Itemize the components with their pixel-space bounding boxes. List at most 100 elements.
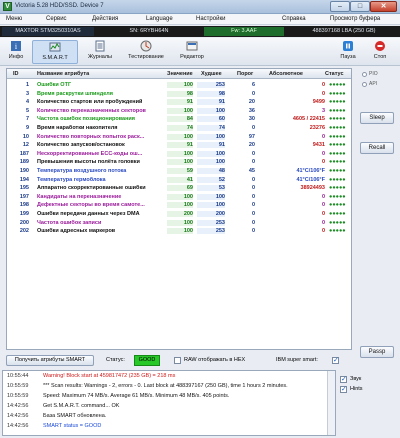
minimize-button[interactable]: – xyxy=(330,1,350,12)
attribute-value: 100 xyxy=(167,159,193,166)
table-row[interactable]: 190 Температура воздушного потока 59 48 45 41… xyxy=(7,167,351,175)
hints-checkbox[interactable] xyxy=(340,385,347,393)
attribute-name: Ошибки передачи данных через DMA xyxy=(37,211,140,217)
table-row[interactable]: 197 Кандидаты на переназначение 100 100 0 0 ●●… xyxy=(7,193,351,201)
table-row[interactable]: 3 Время раскрутки шпинделя 98 98 0 0 ●●●●● xyxy=(7,90,351,98)
attribute-raw: 9431 xyxy=(312,142,325,149)
table-row[interactable]: 12 Количество запусков/остановок 91 91 20 943… xyxy=(7,141,351,149)
attribute-status: ●●●●● xyxy=(329,228,346,235)
header-status[interactable]: Статус xyxy=(325,71,344,77)
header-id[interactable]: ID xyxy=(13,71,19,77)
table-row[interactable]: 10 Количество повторных попыток раск... 10… xyxy=(7,133,351,141)
drive-model[interactable]: MAXTOR STM3250310AS xyxy=(2,27,94,36)
attribute-value: 41 xyxy=(167,176,193,183)
api-radio[interactable] xyxy=(362,82,367,87)
recall-button[interactable]: Recall xyxy=(360,142,394,154)
attribute-threshold: 0 xyxy=(251,219,255,226)
attribute-name: Ошибки ОТГ xyxy=(37,82,72,88)
drive-info-bar: MAXTOR STM3250310AS SN: 6RYBH64N Fw: 3.A… xyxy=(0,26,400,37)
attribute-name: Время раскрутки шпинделя xyxy=(37,90,113,97)
attribute-value: 200 xyxy=(167,211,193,217)
header-threshold[interactable]: Порог xyxy=(237,71,253,77)
attribute-name: Аппаратно скорректированные ошибки xyxy=(37,185,146,192)
attribute-status: ●●●●● xyxy=(329,125,346,131)
attribute-status: ●●●●● xyxy=(329,99,346,106)
info-label: Инфо xyxy=(8,54,24,60)
menu-item-language[interactable]: Language xyxy=(146,16,173,22)
log-entry: 10:55:59 *** Scan results: Warnings - 2, … xyxy=(3,383,323,391)
close-button[interactable]: ✕ xyxy=(370,1,397,12)
attribute-value: 91 xyxy=(167,142,193,149)
attribute-value: 100 xyxy=(167,133,193,140)
table-row[interactable]: 199 Ошибки передачи данных через DMA 200 20… xyxy=(7,210,351,218)
menu-item-help[interactable]: Справка xyxy=(282,16,306,22)
attribute-name: Время наработки накопителя xyxy=(37,125,118,131)
header-worst[interactable]: Худшее xyxy=(201,71,222,77)
ibm-smart-label: IBM super smart: xyxy=(276,357,318,363)
test-icon xyxy=(140,40,152,52)
header-raw[interactable]: Абсолютное xyxy=(269,71,303,77)
drive-serial: SN: 6RYBH64N xyxy=(129,28,169,34)
ibm-smart-checkbox[interactable] xyxy=(332,356,339,364)
attribute-worst: 52 xyxy=(197,176,225,183)
attribute-raw: 9499 xyxy=(312,99,325,106)
pio-radio[interactable] xyxy=(362,72,367,77)
table-row[interactable]: 189 Превышения высоты полёта головки 100 10… xyxy=(7,158,351,166)
table-row[interactable]: 4 Количество стартов или пробуждений 91 91 2… xyxy=(7,98,351,106)
maximize-button[interactable]: □ xyxy=(350,1,370,12)
attribute-threshold: 0 xyxy=(251,90,255,97)
attribute-id: 197 xyxy=(19,193,29,200)
drive-capacity: 488397168 LBA (250 GB) xyxy=(312,28,376,34)
raw-hex-checkbox[interactable] xyxy=(174,357,181,364)
table-row[interactable]: 200 Частота ошибок записи 100 253 0 0 ●●●●● xyxy=(7,219,351,227)
table-row[interactable]: 202 Ошибки адресных маркеров 100 253 0 0 ●●●●● xyxy=(7,227,351,235)
log-time: 10:55:44 xyxy=(7,373,29,379)
log-scrollbar[interactable] xyxy=(327,371,335,435)
smart-attributes-table[interactable]: ID Название атрибута Значение Худшее Пор… xyxy=(6,68,352,350)
stop-button[interactable]: Стоп xyxy=(366,40,394,64)
attribute-id: 187 xyxy=(19,150,29,157)
test-button[interactable]: Тестирование xyxy=(124,40,168,64)
attribute-worst: 91 xyxy=(197,99,225,106)
menu-item-settings[interactable]: Настройки xyxy=(196,16,225,22)
table-row[interactable]: 7 Частота ошибок позиционирования 84 60 30 46… xyxy=(7,115,351,123)
attribute-raw: 0 xyxy=(321,211,325,217)
info-button[interactable]: i Инфо xyxy=(4,40,28,64)
attribute-worst: 53 xyxy=(197,185,225,192)
pause-button[interactable]: Пауза xyxy=(334,40,362,64)
attribute-id: 9 xyxy=(25,125,29,131)
sound-checkbox[interactable] xyxy=(340,375,347,383)
menu-item-menu[interactable]: Меню xyxy=(6,16,22,22)
attribute-status: ●●●●● xyxy=(329,168,346,174)
menu-item-buffer-view[interactable]: Просмотр буфера xyxy=(330,16,380,22)
logs-button[interactable]: Журналы xyxy=(84,40,116,64)
test-label: Тестирование xyxy=(128,54,164,60)
table-row[interactable]: 194 Температура гермоблока 41 52 0 41°C/106°F… xyxy=(7,176,351,184)
menu-item-service[interactable]: Сервис xyxy=(46,16,67,22)
editor-button[interactable]: Редактор xyxy=(174,40,210,64)
attribute-threshold: 36 xyxy=(248,107,255,114)
smart-button[interactable]: S.M.A.R.T xyxy=(32,40,78,64)
table-row[interactable]: 195 Аппаратно скорректированные ошибки 69 5… xyxy=(7,184,351,192)
attribute-id: 202 xyxy=(19,228,29,235)
attribute-threshold: 0 xyxy=(251,185,255,192)
log-panel[interactable]: 10:55:44 Warning! Block start at 45981747… xyxy=(2,370,336,436)
table-row[interactable]: 9 Время наработки накопителя 74 74 0 23276 ●●●… xyxy=(7,124,351,132)
table-row[interactable]: 1 Ошибки ОТГ 100 253 6 0 ●●●●● xyxy=(7,81,351,89)
table-row[interactable]: 5 Количество переназначенных секторов 100 1… xyxy=(7,107,351,115)
header-name[interactable]: Название атрибута xyxy=(37,71,89,77)
get-smart-attributes-button[interactable]: Получить атрибуты SMART xyxy=(6,355,94,366)
attribute-id: 194 xyxy=(19,176,29,183)
attribute-value: 100 xyxy=(167,82,193,88)
menu-item-actions[interactable]: Действия xyxy=(92,16,118,22)
attribute-worst: 253 xyxy=(197,228,225,235)
smart-label: S.M.A.R.T xyxy=(42,55,68,61)
header-value[interactable]: Значение xyxy=(167,71,193,77)
table-row[interactable]: 198 Дефектные секторы во время самоте... 1… xyxy=(7,201,351,209)
sleep-button[interactable]: Sleep xyxy=(360,112,394,124)
table-row[interactable]: 187 Нескорректированные ECC-коды ош... 100… xyxy=(7,150,351,158)
menu-bar: Меню Сервис Действия Language Настройки … xyxy=(0,14,400,25)
editor-icon xyxy=(186,41,198,51)
passp-button[interactable]: Passp xyxy=(360,346,394,358)
attribute-worst: 200 xyxy=(197,211,225,217)
